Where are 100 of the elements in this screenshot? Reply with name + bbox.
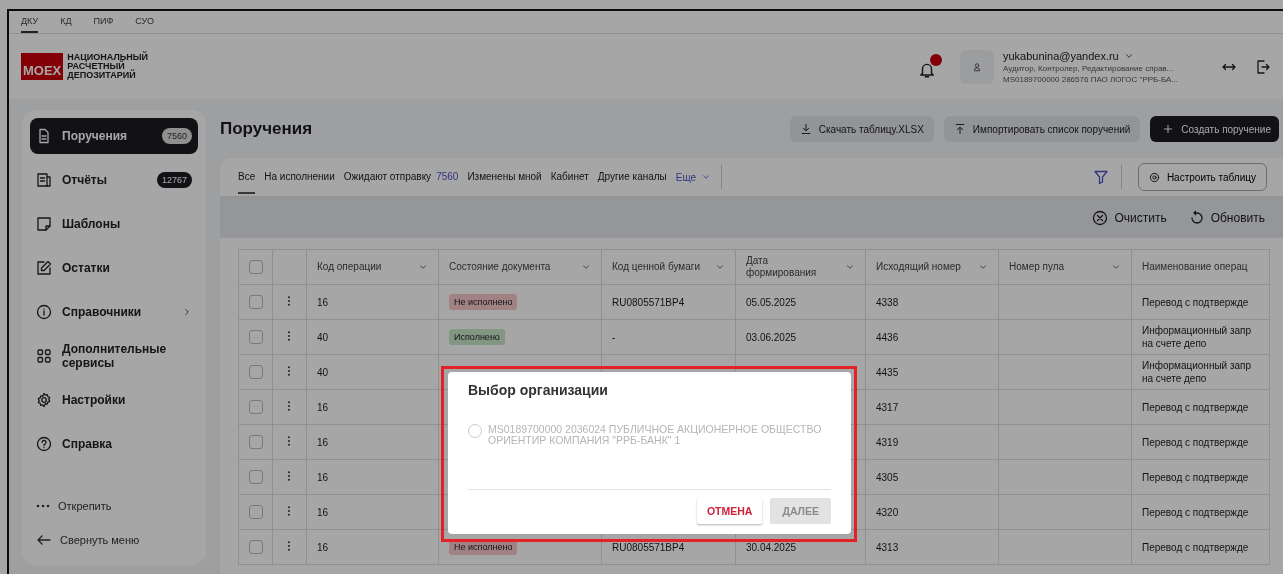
upload-icon — [953, 123, 966, 135]
chevron-down-icon — [581, 262, 591, 272]
column-header[interactable]: Наименование операц — [1131, 249, 1270, 285]
chevron-down-icon — [978, 262, 988, 272]
info-icon — [36, 304, 52, 320]
checkbox[interactable] — [249, 540, 263, 554]
table-cell: Перевод с подтвержде — [1131, 529, 1270, 565]
table-cell: 4317 — [865, 389, 999, 425]
user-organization: MS0189700000 286576 ПАО ЛОГОС "РРБ-БА... — [1003, 74, 1180, 84]
settings-icon — [1148, 171, 1160, 183]
sidebar-item[interactable]: Справка — [30, 426, 198, 462]
column-header[interactable]: Состояние документа — [438, 249, 602, 285]
table-cell: 40 — [306, 354, 439, 390]
table-cell: 16 — [306, 494, 439, 530]
refresh-icon — [1188, 210, 1205, 226]
environment-tab[interactable]: КД — [60, 16, 72, 33]
more-icon — [36, 504, 50, 508]
configure-table-button[interactable]: Настроить таблицу — [1137, 163, 1267, 191]
chevron-down-icon — [1111, 262, 1121, 272]
table-cell: 16 — [306, 284, 439, 320]
table-cell: 40 — [306, 319, 439, 355]
table-cell: 4436 — [865, 319, 999, 355]
sidebar-action[interactable]: Свернуть меню — [36, 523, 192, 557]
filter-tab[interactable]: Ожидают отправку 7560 — [343, 160, 459, 194]
table-cell: Перевод с подтвержде — [1131, 424, 1270, 460]
person-icon — [971, 60, 983, 73]
more-link[interactable]: Еще — [675, 165, 723, 189]
chevron-down-icon — [418, 262, 428, 272]
filter-icon — [1092, 169, 1109, 185]
avatar[interactable] — [960, 49, 994, 84]
filter-tab[interactable]: Другие каналы — [597, 160, 667, 194]
document-icon — [36, 128, 52, 144]
environment-tab[interactable]: СУО — [135, 16, 154, 33]
checkbox[interactable] — [249, 435, 263, 449]
grid-icon — [36, 348, 52, 364]
column-header[interactable]: Исходящий номер — [865, 249, 999, 285]
filter-tab[interactable]: Все — [238, 160, 256, 194]
table-cell: 4338 — [865, 284, 999, 320]
table-cell: 4320 — [865, 494, 999, 530]
bell-icon — [918, 61, 936, 79]
download-button[interactable]: Скачать таблицу.XLSX — [789, 116, 934, 142]
dialog-title: Выбор организации — [468, 382, 609, 398]
count-badge: 12767 — [156, 172, 192, 188]
table-cell: Перевод с подтвержде — [1131, 389, 1270, 425]
table-cell: - — [601, 319, 736, 355]
sidebar-item[interactable]: Шаблоны — [30, 206, 198, 242]
sidebar-item[interactable]: Остатки — [30, 250, 198, 286]
column-header[interactable]: Номер пула — [998, 249, 1132, 285]
chevron-down-icon — [845, 262, 855, 272]
checkbox[interactable] — [249, 505, 263, 519]
user-email[interactable]: yukabunina@yandex.ru — [1003, 49, 1203, 62]
status-tag: Исполнено — [449, 329, 505, 345]
chevron-down-icon — [701, 172, 712, 182]
table-cell: 03.06.2025 — [735, 319, 866, 355]
column-header[interactable]: Дата формирования — [735, 249, 866, 285]
filter-tab[interactable]: Изменены мной — [467, 160, 542, 194]
filter-tab[interactable]: На исполнении — [264, 160, 335, 194]
column-header[interactable]: Код операции — [306, 249, 439, 285]
checkbox[interactable] — [249, 295, 263, 309]
sidebar-action[interactable]: Открепить — [36, 489, 192, 523]
table-cell: Информационный запр на счете депо — [1131, 319, 1270, 355]
user-roles: Аудитор, Контролер, Редактирование справ... — [1003, 63, 1175, 73]
table-cell: 4305 — [865, 459, 999, 495]
settings-icon — [36, 392, 52, 408]
checkbox[interactable] — [249, 260, 263, 274]
note-icon — [36, 216, 52, 232]
column-header[interactable]: Код ценной бумаги — [601, 249, 736, 285]
clear-button[interactable]: Очистить — [1092, 210, 1167, 226]
table-cell: 16 — [306, 424, 439, 460]
table-cell: Перевод с подтвержде — [1131, 494, 1270, 530]
chevron-down-icon — [715, 262, 725, 272]
close-circle-icon — [1092, 210, 1109, 226]
sidebar-item[interactable]: Поручения 7560 — [30, 118, 198, 154]
chevron-right-icon — [182, 307, 192, 317]
refresh-button[interactable]: Обновить — [1188, 210, 1265, 226]
table-cell: 4435 — [865, 354, 999, 390]
plus-icon — [1162, 123, 1175, 135]
filter-tab[interactable]: Кабинет — [550, 160, 589, 194]
sidebar-item[interactable]: Справочники — [30, 294, 198, 330]
logout-button[interactable] — [1255, 58, 1271, 75]
notification-badge — [930, 54, 942, 66]
table-cell: Перевод с подтвержде — [1131, 459, 1270, 495]
checkbox[interactable] — [249, 330, 263, 344]
table-cell: Перевод с подтвержде — [1131, 284, 1270, 320]
environment-tab[interactable]: ПИФ — [93, 16, 114, 33]
sidebar-item[interactable]: Настройки — [30, 382, 198, 418]
table-cell: 16 — [306, 389, 439, 425]
table-cell: 05.05.2025 — [735, 284, 866, 320]
logo-mark: MOEX — [21, 53, 64, 80]
checkbox[interactable] — [249, 400, 263, 414]
create-button[interactable]: Создать поручение — [1150, 116, 1279, 142]
sidebar-item[interactable]: Отчёты 12767 — [30, 162, 198, 198]
table-cell: 4313 — [865, 529, 999, 565]
checkbox[interactable] — [249, 470, 263, 484]
table-cell: 4319 — [865, 424, 999, 460]
checkbox[interactable] — [249, 365, 263, 379]
sidebar-item[interactable]: Дополнительные сервисы — [30, 338, 198, 374]
cancel-button[interactable]: ОТМЕНА — [696, 498, 763, 524]
upload-button[interactable]: Импортировать список поручений — [943, 116, 1141, 142]
table-cell: RU0805571BP4 — [601, 284, 736, 320]
